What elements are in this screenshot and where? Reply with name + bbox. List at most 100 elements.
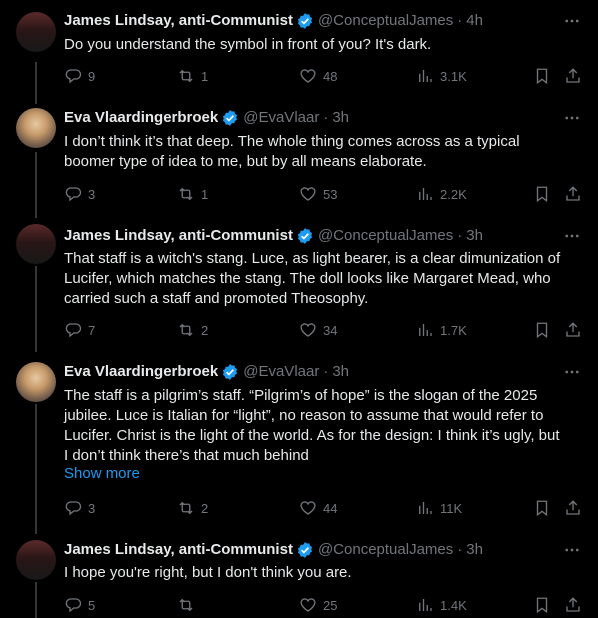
reply-count: 3: [88, 186, 96, 202]
reply-icon: [65, 187, 82, 202]
reply-icon: [65, 501, 82, 516]
views-button[interactable]: 3.1K: [416, 66, 467, 86]
like-count: 25: [323, 597, 338, 613]
post-header: Eva Vlaardingerbroek @EvaVlaar · 3h: [64, 108, 349, 128]
avatar[interactable]: [16, 108, 56, 148]
reply-button[interactable]: 3: [64, 184, 95, 204]
avatar[interactable]: [16, 224, 56, 264]
like-icon: [300, 187, 316, 201]
like-icon: [300, 323, 316, 337]
author-handle[interactable]: @ConceptualJames: [318, 11, 453, 31]
like-button[interactable]: 53: [299, 184, 337, 204]
verified-icon[interactable]: [221, 109, 239, 127]
author-name[interactable]: Eva Vlaardingerbroek: [64, 362, 218, 382]
share-icon[interactable]: [564, 595, 582, 615]
repost-button[interactable]: 1: [177, 66, 208, 86]
separator-dot: ·: [323, 363, 329, 380]
reply-count: 9: [88, 68, 96, 84]
views-count: 1.7K: [440, 322, 467, 338]
post-text: Do you understand the symbol in front of…: [64, 36, 432, 53]
repost-count: 1: [201, 186, 209, 202]
reply-button[interactable]: 7: [64, 320, 95, 340]
like-count: 53: [323, 186, 338, 202]
views-icon: [419, 324, 432, 336]
timestamp[interactable]: 3h: [332, 108, 349, 128]
reply-count: 5: [88, 597, 96, 613]
share-icon[interactable]: [564, 320, 582, 340]
views-button[interactable]: 2.2K: [416, 184, 467, 204]
post[interactable]: Eva Vlaardingerbroek @EvaVlaar · 3h I do…: [0, 104, 598, 218]
avatar[interactable]: [16, 540, 56, 580]
like-button[interactable]: 44: [299, 498, 337, 518]
more-icon[interactable]: [562, 362, 582, 382]
post-header: James Lindsay, anti-Communist @Conceptua…: [64, 11, 483, 31]
views-button[interactable]: 11K: [416, 498, 462, 518]
more-icon[interactable]: [562, 108, 582, 128]
views-icon: [419, 70, 432, 82]
timestamp[interactable]: 3h: [466, 540, 483, 560]
timestamp[interactable]: 4h: [466, 11, 483, 31]
verified-icon[interactable]: [221, 363, 239, 381]
like-button[interactable]: 48: [299, 66, 337, 86]
author-name[interactable]: James Lindsay, anti-Communist: [64, 226, 293, 246]
author-name[interactable]: Eva Vlaardingerbroek: [64, 108, 218, 128]
verified-icon[interactable]: [296, 12, 314, 30]
post[interactable]: James Lindsay, anti-Communist @Conceptua…: [0, 534, 598, 618]
post-text: I hope you're right, but I don't think y…: [64, 564, 352, 581]
like-button[interactable]: 25: [299, 595, 337, 615]
repost-icon: [179, 501, 193, 515]
post[interactable]: James Lindsay, anti-Communist @Conceptua…: [0, 218, 598, 352]
author-name[interactable]: James Lindsay, anti-Communist: [64, 11, 293, 31]
author-handle[interactable]: @EvaVlaar: [243, 108, 319, 128]
reply-button[interactable]: 5: [64, 595, 95, 615]
verified-icon[interactable]: [296, 541, 314, 559]
timestamp[interactable]: 3h: [466, 226, 483, 246]
repost-count: 1: [201, 68, 209, 84]
bookmark-icon[interactable]: [533, 595, 551, 615]
more-icon[interactable]: [562, 540, 582, 560]
like-count: 48: [323, 68, 338, 84]
timestamp[interactable]: 3h: [332, 362, 349, 382]
views-count: 11K: [440, 500, 463, 516]
reply-button[interactable]: 9: [64, 66, 95, 86]
views-icon: [419, 599, 432, 611]
reply-count: 7: [88, 322, 96, 338]
repost-button[interactable]: 1: [177, 184, 208, 204]
reply-icon: [65, 323, 82, 338]
separator-dot: ·: [457, 12, 463, 29]
repost-button[interactable]: 2: [177, 498, 208, 518]
verified-icon[interactable]: [296, 227, 314, 245]
author-handle[interactable]: @ConceptualJames: [318, 226, 453, 246]
like-count: 44: [323, 500, 338, 516]
share-icon[interactable]: [564, 498, 582, 518]
author-handle[interactable]: @EvaVlaar: [243, 362, 319, 382]
views-button[interactable]: 1.4K: [416, 595, 467, 615]
share-icon[interactable]: [564, 66, 582, 86]
avatar[interactable]: [16, 12, 56, 52]
post-actions: 5 25 1.4K: [64, 595, 584, 615]
bookmark-icon[interactable]: [533, 498, 551, 518]
author-handle[interactable]: @ConceptualJames: [318, 540, 453, 560]
more-icon[interactable]: [562, 226, 582, 246]
avatar[interactable]: [16, 362, 56, 402]
like-icon: [300, 69, 316, 83]
views-count: 2.2K: [440, 186, 467, 202]
author-name[interactable]: James Lindsay, anti-Communist: [64, 540, 293, 560]
show-more-link[interactable]: Show more: [64, 464, 140, 484]
reply-button[interactable]: 3: [64, 498, 95, 518]
bookmark-icon[interactable]: [533, 66, 551, 86]
bookmark-icon[interactable]: [533, 320, 551, 340]
more-icon[interactable]: [562, 11, 582, 31]
post[interactable]: Eva Vlaardingerbroek @EvaVlaar · 3h The …: [0, 352, 598, 534]
repost-button[interactable]: [177, 595, 201, 615]
like-button[interactable]: 34: [299, 320, 337, 340]
like-icon: [300, 598, 316, 612]
share-icon[interactable]: [564, 184, 582, 204]
post[interactable]: James Lindsay, anti-Communist @Conceptua…: [0, 0, 598, 104]
repost-icon: [179, 323, 193, 337]
repost-icon: [179, 187, 193, 201]
views-button[interactable]: 1.7K: [416, 320, 467, 340]
bookmark-icon[interactable]: [533, 184, 551, 204]
repost-count: 2: [201, 322, 209, 338]
repost-button[interactable]: 2: [177, 320, 208, 340]
